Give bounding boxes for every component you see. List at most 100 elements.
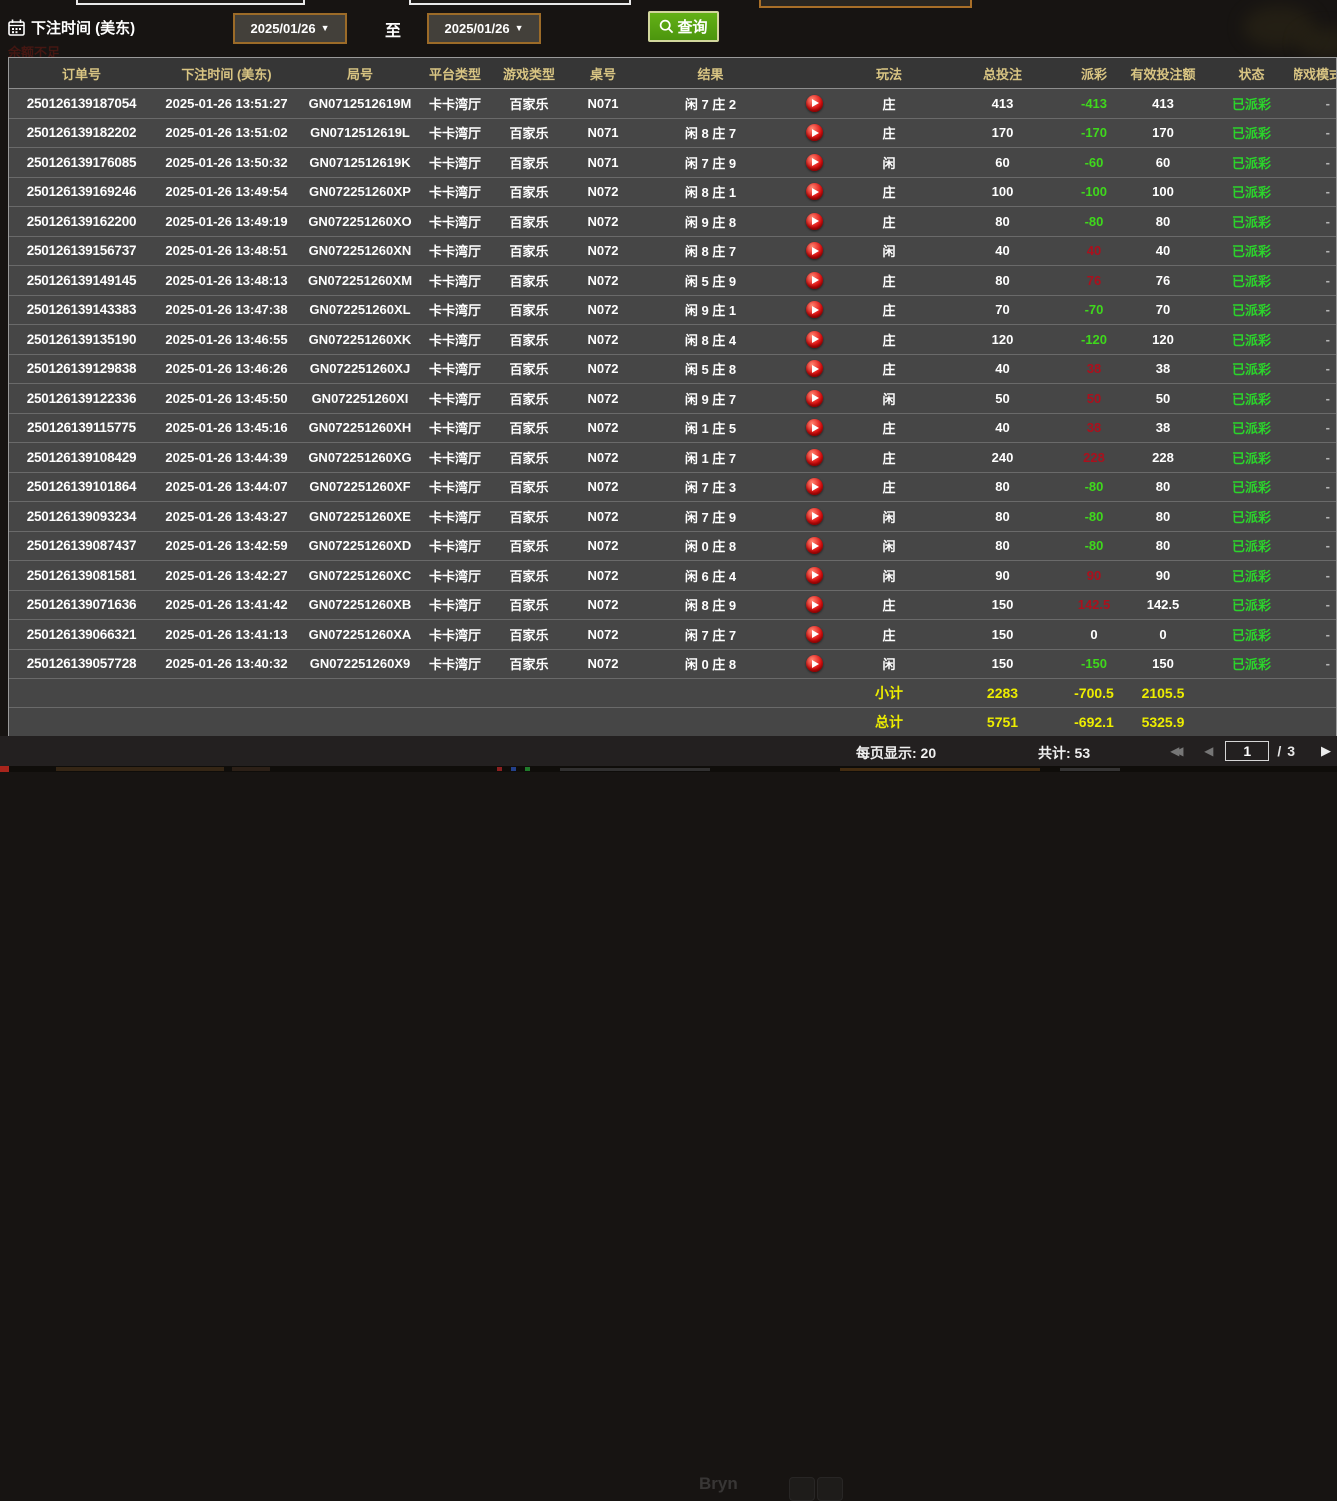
replay-icon[interactable] — [806, 419, 823, 436]
bet-time: 2025-01-26 13:44:07 — [154, 473, 299, 502]
replay-icon[interactable] — [806, 272, 823, 289]
status: 已派彩 — [1209, 443, 1294, 472]
replay-icon[interactable] — [806, 301, 823, 318]
game-type: 百家乐 — [489, 443, 569, 472]
col-payout: 派彩 — [1071, 58, 1117, 88]
replay-cell — [784, 296, 844, 325]
order-no: 250126139093234 — [9, 502, 154, 531]
table-no: N072 — [569, 178, 637, 207]
total-bet: 80 — [934, 266, 1071, 295]
col-game-mode: 游戏模式 — [1294, 58, 1337, 88]
table-no: N072 — [569, 266, 637, 295]
payout: 142.5 — [1071, 591, 1117, 620]
result: 闲 8 庄 7 — [637, 119, 784, 148]
play-type: 庄 — [844, 325, 934, 354]
valid-bet: 142.5 — [1117, 591, 1209, 620]
result: 闲 8 庄 7 — [637, 237, 784, 266]
replay-icon[interactable] — [806, 626, 823, 643]
payout: 76 — [1071, 266, 1117, 295]
replay-icon[interactable] — [806, 655, 823, 672]
payout: -413 — [1071, 89, 1117, 118]
replay-icon[interactable] — [806, 478, 823, 495]
total-bet: 5751 — [934, 708, 1071, 736]
platform-type: 卡卡湾厅 — [421, 620, 489, 649]
payout: 38 — [1071, 355, 1117, 384]
status: 已派彩 — [1209, 119, 1294, 148]
result: 闲 1 庄 7 — [637, 443, 784, 472]
order-no: 250126139066321 — [9, 620, 154, 649]
table-no: N072 — [569, 591, 637, 620]
table-no: N071 — [569, 148, 637, 177]
platform-type: 卡卡湾厅 — [421, 148, 489, 177]
replay-icon[interactable] — [806, 124, 823, 141]
replay-icon[interactable] — [806, 567, 823, 584]
order-no: 250126139129838 — [9, 355, 154, 384]
replay-cell — [784, 207, 844, 236]
status: 已派彩 — [1209, 237, 1294, 266]
result: 闲 6 庄 4 — [637, 561, 784, 590]
prev-page-button[interactable]: ◀ — [1204, 744, 1213, 758]
date-to-select[interactable]: 2025/01/26 ▼ — [427, 13, 541, 44]
total-bet: 60 — [934, 148, 1071, 177]
status: 已派彩 — [1209, 502, 1294, 531]
play-type: 庄 — [844, 89, 934, 118]
platform-type: 卡卡湾厅 — [421, 89, 489, 118]
col-valid-bet: 有效投注额 — [1117, 58, 1209, 88]
subtotal-payout: -700.5 — [1071, 679, 1117, 707]
payout: -80 — [1071, 532, 1117, 561]
replay-icon[interactable] — [806, 331, 823, 348]
table-body: 2501261391870542025-01-26 13:51:27GN0712… — [9, 89, 1336, 679]
next-page-button[interactable]: ▶ — [1321, 743, 1331, 759]
edge-fragment — [511, 767, 516, 771]
valid-bet: 413 — [1117, 89, 1209, 118]
replay-icon[interactable] — [806, 95, 823, 112]
game-mode: - — [1294, 119, 1337, 148]
replay-icon[interactable] — [806, 154, 823, 171]
col-status: 状态 — [1209, 58, 1294, 88]
replay-icon[interactable] — [806, 449, 823, 466]
game-type: 百家乐 — [489, 178, 569, 207]
date-from-select[interactable]: 2025/01/26 ▼ — [233, 13, 347, 44]
game-type: 百家乐 — [489, 650, 569, 679]
replay-icon[interactable] — [806, 508, 823, 525]
status: 已派彩 — [1209, 384, 1294, 413]
table-no: N072 — [569, 207, 637, 236]
ghost-thumbnail — [817, 1477, 843, 1501]
replay-icon[interactable] — [806, 596, 823, 613]
round-no: GN072251260XA — [299, 620, 421, 649]
replay-cell — [784, 502, 844, 531]
play-type: 庄 — [844, 266, 934, 295]
first-page-button[interactable]: ◀◀ — [1170, 744, 1190, 758]
replay-icon[interactable] — [806, 390, 823, 407]
total-bet: 40 — [934, 237, 1071, 266]
bet-time: 2025-01-26 13:43:27 — [154, 502, 299, 531]
total-bet: 100 — [934, 178, 1071, 207]
bet-time: 2025-01-26 13:40:32 — [154, 650, 299, 679]
replay-icon[interactable] — [806, 183, 823, 200]
replay-icon[interactable] — [806, 537, 823, 554]
valid-bet: 70 — [1117, 296, 1209, 325]
replay-icon[interactable] — [806, 360, 823, 377]
pager: ◀◀ ◀ 1 / 3 ▶ — [1170, 739, 1331, 763]
result: 闲 8 庄 4 — [637, 325, 784, 354]
play-type: 庄 — [844, 473, 934, 502]
platform-type: 卡卡湾厅 — [421, 414, 489, 443]
total-bet: 170 — [934, 119, 1071, 148]
total-bet: 150 — [934, 650, 1071, 679]
payout: 40 — [1071, 237, 1117, 266]
round-no: GN072251260XM — [299, 266, 421, 295]
platform-type: 卡卡湾厅 — [421, 384, 489, 413]
bet-time: 2025-01-26 13:46:26 — [154, 355, 299, 384]
game-mode: - — [1294, 89, 1337, 118]
query-button[interactable]: 查询 — [648, 11, 719, 42]
replay-icon[interactable] — [806, 213, 823, 230]
replay-cell — [784, 414, 844, 443]
bet-time: 2025-01-26 13:48:51 — [154, 237, 299, 266]
replay-icon[interactable] — [806, 242, 823, 259]
page-number-input[interactable]: 1 — [1225, 741, 1269, 761]
play-type: 闲 — [844, 561, 934, 590]
game-mode: - — [1294, 443, 1337, 472]
col-replay — [784, 58, 844, 88]
edge-fragment — [1060, 768, 1120, 771]
replay-cell — [784, 148, 844, 177]
